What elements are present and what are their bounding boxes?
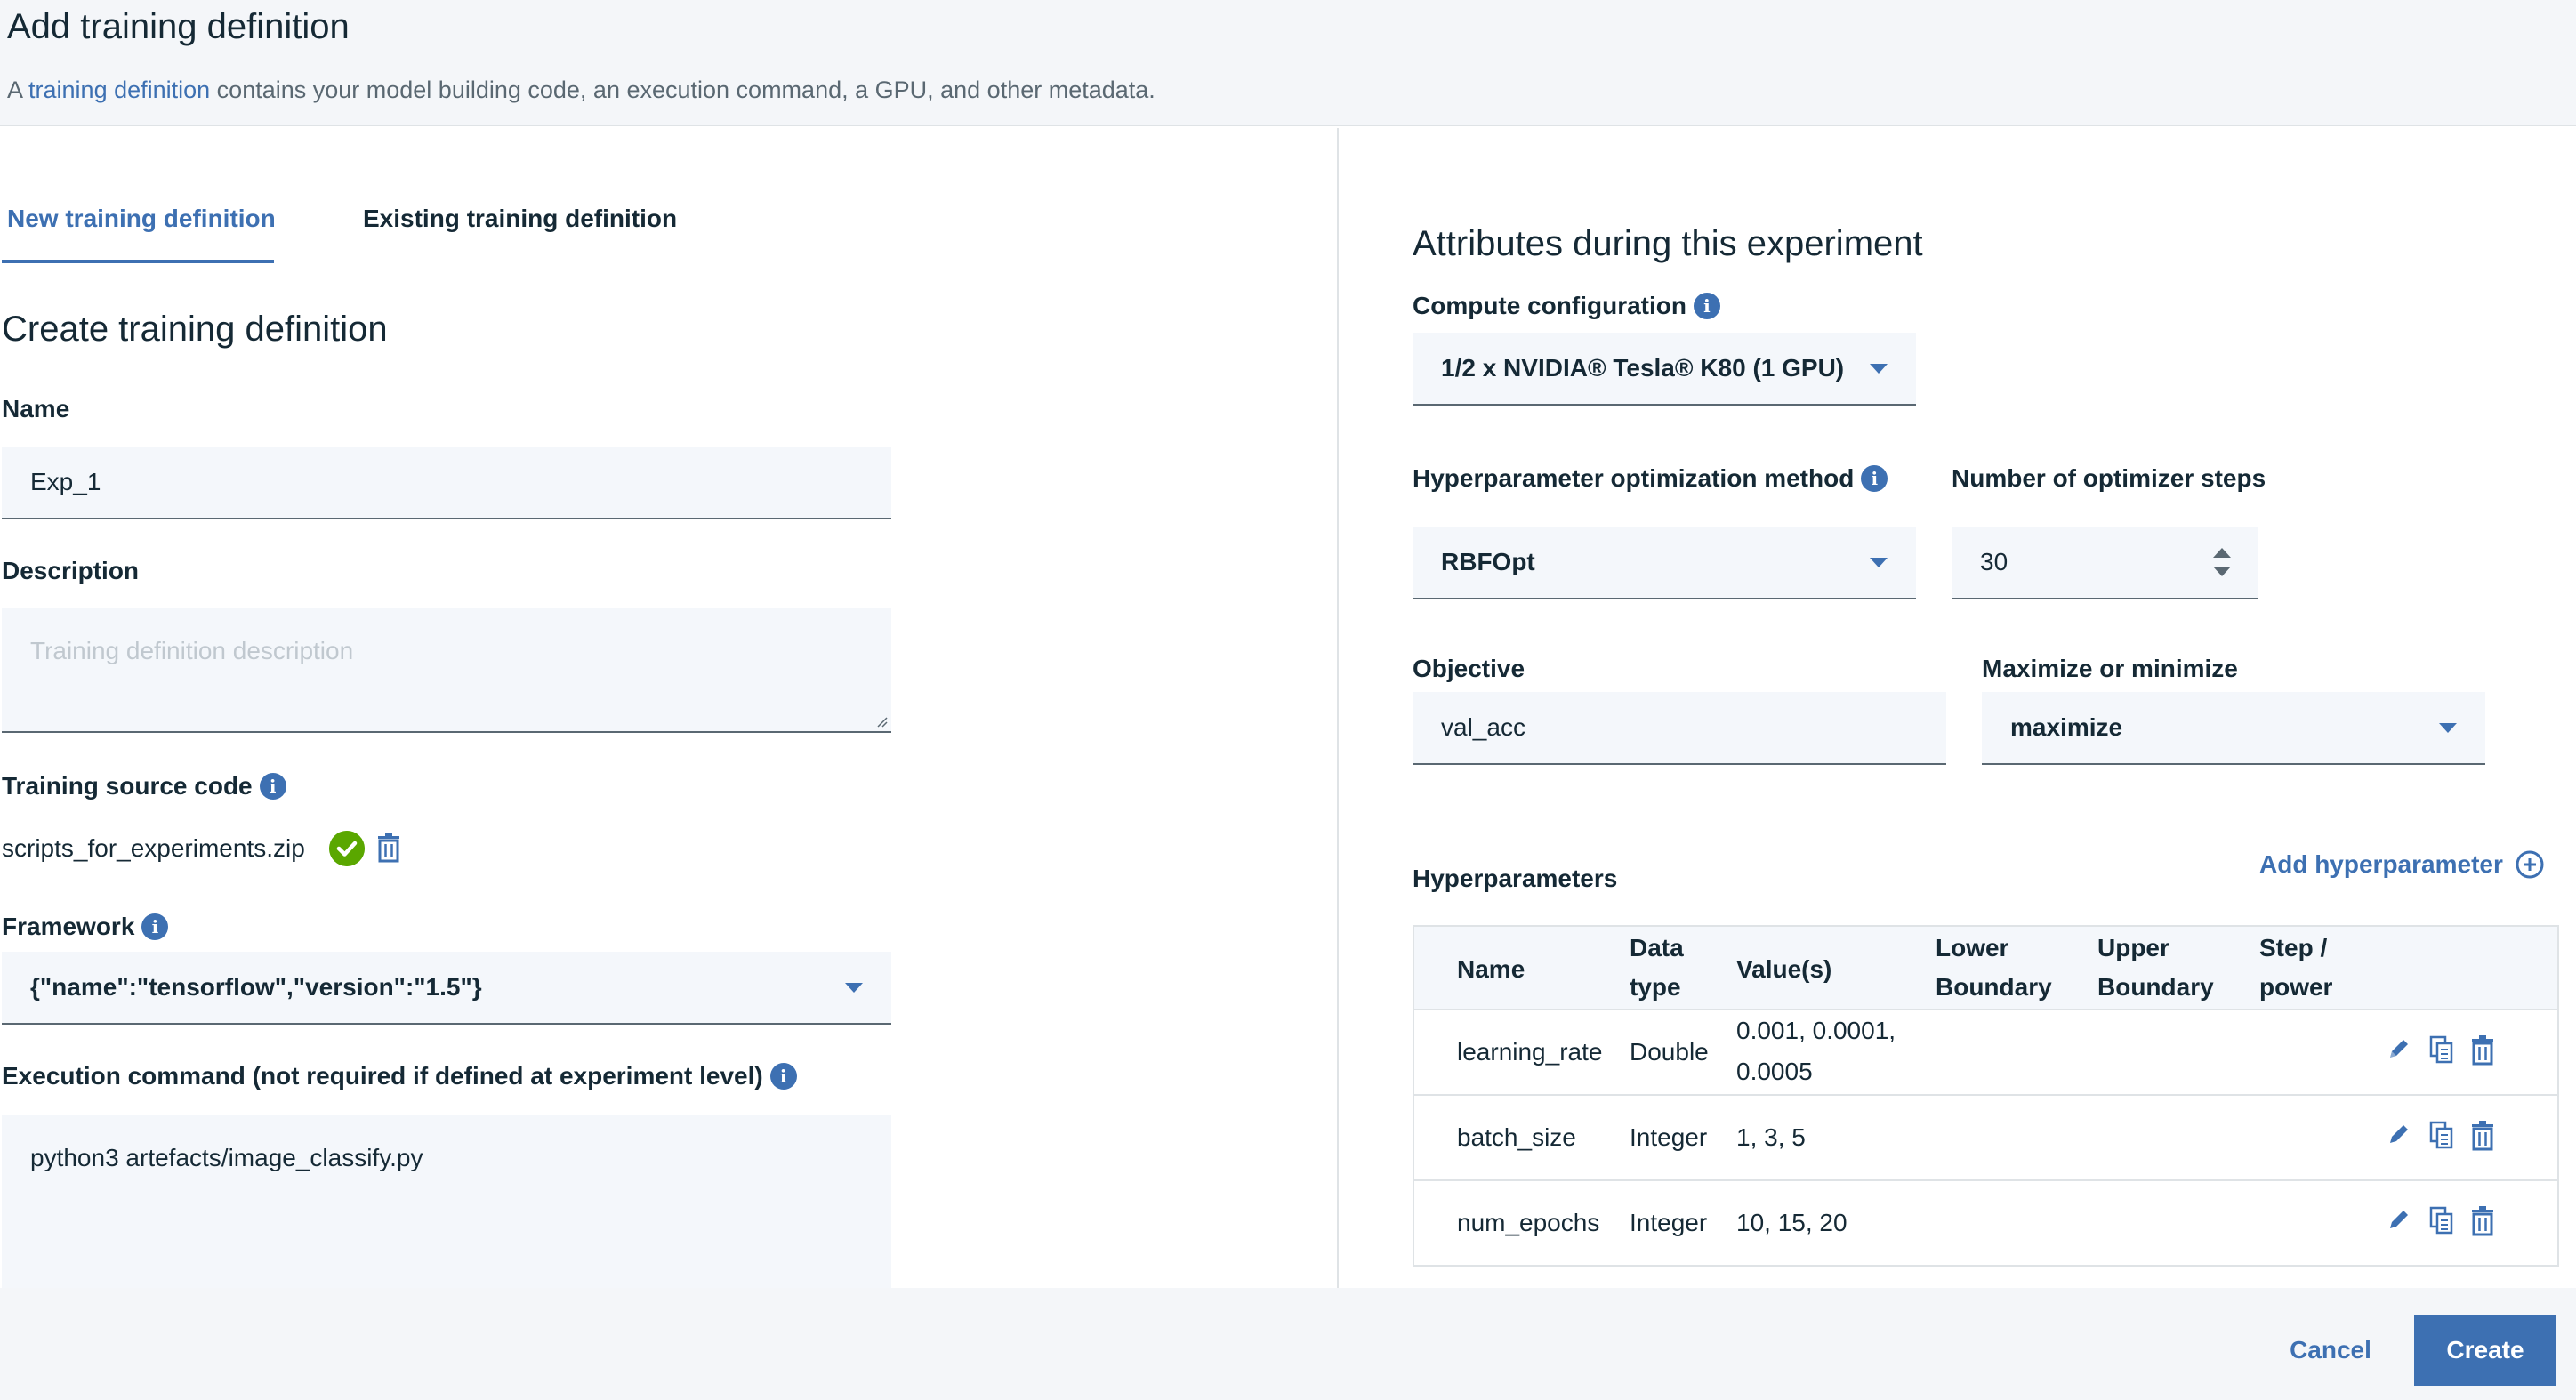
tab-new-training-definition[interactable]: New training definition <box>7 205 276 233</box>
compute-configuration-label: Compute configuration i <box>1413 292 1720 320</box>
maximize-minimize-label: Maximize or minimize <box>1982 655 2238 682</box>
hp-values: 1, 3, 5 <box>1736 1123 1806 1151</box>
copy-icon[interactable] <box>2428 1121 2455 1149</box>
description-field[interactable]: Training definition description <box>2 608 891 733</box>
compute-configuration-select[interactable]: 1/2 x NVIDIA® Tesla® K80 (1 GPU) <box>1413 333 1916 406</box>
framework-text: Framework <box>2 913 135 940</box>
cancel-button[interactable]: Cancel <box>2259 1315 2402 1386</box>
hp-data-type: Integer <box>1630 1123 1708 1151</box>
name-field[interactable]: Exp_1 <box>2 447 891 519</box>
source-file-name: scripts_for_experiments.zip <box>2 834 305 862</box>
dialog-subtitle: A training definition contains your mode… <box>7 76 1155 104</box>
chevron-down-icon <box>1870 558 1888 567</box>
row-actions <box>2386 1121 2494 1151</box>
objective-input[interactable]: val_acc <box>1413 692 1946 765</box>
framework-select[interactable]: {"name":"tensorflow","version":"1.5"} <box>2 952 891 1025</box>
copy-icon[interactable] <box>2428 1206 2455 1235</box>
edit-icon[interactable] <box>2386 1121 2412 1147</box>
checkmark-icon <box>329 831 365 866</box>
column-divider <box>1337 128 1339 1290</box>
delete-icon[interactable] <box>2471 1121 2494 1151</box>
compute-info-icon[interactable]: i <box>1693 293 1720 319</box>
framework-label: Framework i <box>2 913 169 941</box>
delete-file-icon[interactable] <box>377 833 400 863</box>
hyperparameters-label: Hyperparameters <box>1413 865 1618 892</box>
subtitle-rest: contains your model building code, an ex… <box>210 76 1155 103</box>
dialog-footer <box>0 1288 2576 1400</box>
attributes-title: Attributes during this experiment <box>1413 224 1923 263</box>
column-header-values: Value(s) <box>1736 955 1832 983</box>
description-label: Description <box>2 557 140 584</box>
description-placeholder: Training definition description <box>30 637 354 664</box>
add-hyperparameter-text: Add hyperparameter <box>2259 850 2503 878</box>
column-header-data-type: Data type <box>1630 934 1684 1001</box>
hpo-method-value: RBFOpt <box>1441 548 1535 575</box>
maximize-minimize-select[interactable]: maximize <box>1982 692 2485 765</box>
number-stepper-icon[interactable] <box>2213 548 2231 576</box>
compute-configuration-text: Compute configuration <box>1413 292 1686 319</box>
hpo-method-label: Hyperparameter optimization method i <box>1413 464 1888 493</box>
subtitle-prefix: A <box>7 76 29 103</box>
row-actions <box>2386 1035 2494 1066</box>
active-tab-indicator <box>2 260 274 263</box>
delete-icon[interactable] <box>2471 1035 2494 1066</box>
objective-value: val_acc <box>1441 713 1525 741</box>
column-header-upper-boundary: Upper Boundary <box>2097 934 2214 1001</box>
optimizer-steps-input[interactable]: 30 <box>1952 527 2258 599</box>
hp-data-type: Double <box>1630 1038 1709 1066</box>
chevron-down-icon <box>1870 364 1888 374</box>
chevron-down-icon <box>845 983 863 993</box>
framework-value: {"name":"tensorflow","version":"1.5"} <box>30 973 482 1001</box>
table-row: num_epochs Integer 10, 15, 20 <box>1414 1181 2557 1267</box>
execution-command-label: Execution command (not required if defin… <box>2 1062 797 1090</box>
column-header-lower-boundary: Lower Boundary <box>1936 934 2052 1001</box>
add-hyperparameter-button[interactable]: Add hyperparameter <box>2259 850 2544 879</box>
hyperparameters-table: Name Data type Value(s) Lower Boundary Upp… <box>1413 925 2559 1267</box>
resize-grip-icon[interactable] <box>875 715 888 728</box>
column-header-name: Name <box>1457 955 1525 983</box>
compute-configuration-value: 1/2 x NVIDIA® Tesla® K80 (1 GPU) <box>1441 354 1845 382</box>
optimizer-steps-label: Number of optimizer steps <box>1952 464 2266 492</box>
execution-command-value: python3 artefacts/image_classify.py <box>30 1144 423 1171</box>
dialog-title: Add training definition <box>7 7 350 46</box>
chevron-down-icon <box>2439 723 2457 733</box>
table-row: batch_size Integer 1, 3, 5 <box>1414 1096 2557 1181</box>
optimizer-steps-value: 30 <box>1980 548 2008 575</box>
row-actions <box>2386 1206 2494 1236</box>
hp-data-type: Integer <box>1630 1209 1708 1236</box>
edit-icon[interactable] <box>2386 1035 2412 1062</box>
execution-command-text: Execution command (not required if defin… <box>2 1062 763 1090</box>
maximize-minimize-value: maximize <box>2010 713 2123 741</box>
name-value: Exp_1 <box>30 468 101 495</box>
execution-command-field[interactable]: python3 artefacts/image_classify.py <box>2 1115 891 1288</box>
dialog-header: Add training definition A training defin… <box>0 0 2576 126</box>
hp-name: learning_rate <box>1457 1038 1603 1066</box>
hp-values: 0.001, 0.0001, 0.0005 <box>1736 1017 1896 1085</box>
execution-command-info-icon[interactable]: i <box>769 1063 797 1090</box>
framework-info-icon[interactable]: i <box>141 913 169 940</box>
source-code-info-icon[interactable]: i <box>259 773 286 800</box>
hp-values: 10, 15, 20 <box>1736 1209 1847 1236</box>
copy-icon[interactable] <box>2428 1035 2455 1064</box>
create-training-definition-title: Create training definition <box>2 310 388 349</box>
name-label: Name <box>2 395 70 422</box>
edit-icon[interactable] <box>2386 1206 2412 1233</box>
create-button[interactable]: Create <box>2414 1315 2556 1386</box>
tab-existing-training-definition[interactable]: Existing training definition <box>363 205 677 233</box>
hpo-info-icon[interactable]: i <box>1861 465 1888 492</box>
hpo-method-select[interactable]: RBFOpt <box>1413 527 1916 599</box>
table-header-row: Name Data type Value(s) Lower Boundary Upp… <box>1414 927 2557 1010</box>
training-source-code-text: Training source code <box>2 772 253 800</box>
training-definition-link[interactable]: training definition <box>28 76 210 103</box>
hp-name: num_epochs <box>1457 1209 1600 1236</box>
training-source-code-label: Training source code i <box>2 772 286 801</box>
delete-icon[interactable] <box>2471 1206 2494 1236</box>
hp-name: batch_size <box>1457 1123 1576 1151</box>
column-header-step-power: Step / power <box>2259 934 2333 1001</box>
table-row: learning_rate Double 0.001, 0.0001, 0.000… <box>1414 1010 2557 1096</box>
objective-label: Objective <box>1413 655 1525 682</box>
add-circle-icon <box>2516 850 2544 879</box>
hpo-method-text: Hyperparameter optimization method <box>1413 464 1855 492</box>
